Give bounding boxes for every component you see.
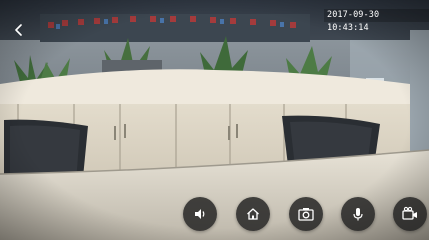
home-icon bbox=[245, 206, 261, 222]
back-button[interactable] bbox=[9, 20, 29, 40]
record-button[interactable] bbox=[393, 197, 427, 231]
speaker-icon bbox=[192, 206, 208, 222]
sound-toggle-button[interactable] bbox=[183, 197, 217, 231]
snapshot-button[interactable] bbox=[289, 197, 323, 231]
microphone-icon bbox=[350, 206, 366, 222]
video-camera-icon bbox=[401, 206, 419, 222]
camera-view: 2017-09-30 10:43:14 bbox=[0, 0, 429, 240]
camera-icon bbox=[297, 206, 315, 222]
chevron-left-icon bbox=[14, 21, 24, 40]
camera-timestamp: 2017-09-30 10:43:14 bbox=[324, 9, 429, 33]
talk-button[interactable] bbox=[341, 197, 375, 231]
home-button[interactable] bbox=[236, 197, 270, 231]
